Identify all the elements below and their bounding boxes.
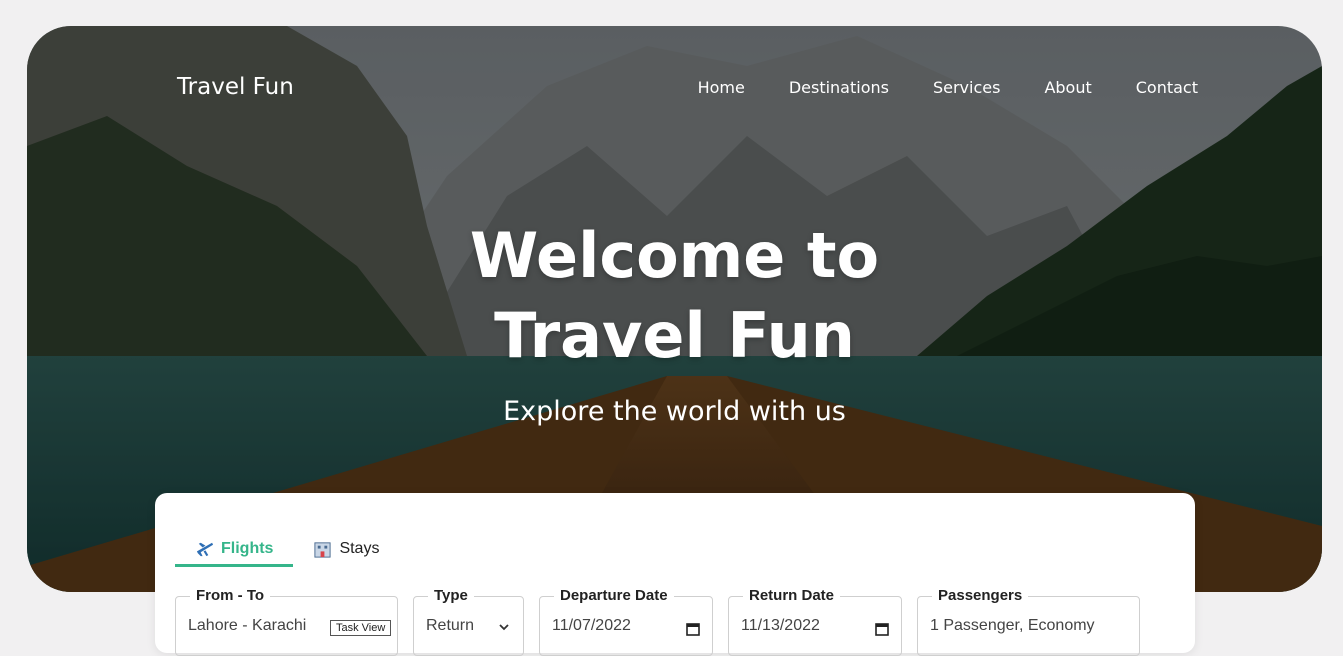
passengers-field[interactable]: Passengers 1 Passenger, Economy: [917, 587, 1140, 656]
calendar-icon[interactable]: [686, 622, 700, 636]
chevron-down-icon: [499, 624, 509, 631]
nav-services[interactable]: Services: [933, 78, 1000, 97]
hero-title-line1: Welcome to: [469, 219, 880, 292]
trip-type-value: Return: [426, 617, 475, 634]
departure-date-value: 11/07/2022: [552, 617, 631, 634]
hero-subtitle: Explore the world with us: [503, 396, 846, 427]
nav-destinations[interactable]: Destinations: [789, 78, 889, 97]
calendar-icon[interactable]: [875, 622, 889, 636]
brand-logo[interactable]: Travel Fun: [177, 74, 294, 100]
trip-type-label: Type: [428, 587, 474, 604]
from-to-label: From - To: [190, 587, 271, 604]
search-card: Flights Stays From - To Lahore - Karachi…: [155, 493, 1195, 656]
main-nav: Home Destinations Services About Contact: [698, 78, 1198, 97]
return-date-value: 11/13/2022: [741, 617, 820, 634]
passengers-value: 1 Passenger, Economy: [930, 617, 1095, 634]
tab-stays-label: Stays: [339, 540, 380, 557]
tab-flights-label: Flights: [221, 539, 274, 557]
nav-contact[interactable]: Contact: [1136, 78, 1198, 97]
tab-stays[interactable]: Stays: [293, 533, 399, 565]
from-to-field[interactable]: From - To Lahore - Karachi Task View: [175, 587, 398, 656]
trip-type-select[interactable]: Type Return: [413, 587, 524, 656]
nav-home[interactable]: Home: [698, 78, 745, 97]
airplane-icon: [196, 542, 214, 557]
return-date-label: Return Date: [743, 587, 841, 604]
hotel-icon: [314, 541, 332, 558]
search-tabs: Flights Stays: [175, 533, 399, 567]
passengers-label: Passengers: [932, 587, 1029, 604]
task-view-tooltip: Task View: [330, 620, 392, 636]
departure-date-label: Departure Date: [554, 587, 674, 604]
tab-flights[interactable]: Flights: [175, 533, 294, 567]
nav-about[interactable]: About: [1044, 78, 1091, 97]
hero-title-line2: Travel Fun: [494, 299, 855, 372]
from-to-value: Lahore - Karachi: [188, 617, 307, 634]
hero-title: Welcome to Travel Fun: [27, 216, 1322, 376]
return-date-field[interactable]: Return Date 11/13/2022: [728, 587, 902, 656]
departure-date-field[interactable]: Departure Date 11/07/2022: [539, 587, 713, 656]
